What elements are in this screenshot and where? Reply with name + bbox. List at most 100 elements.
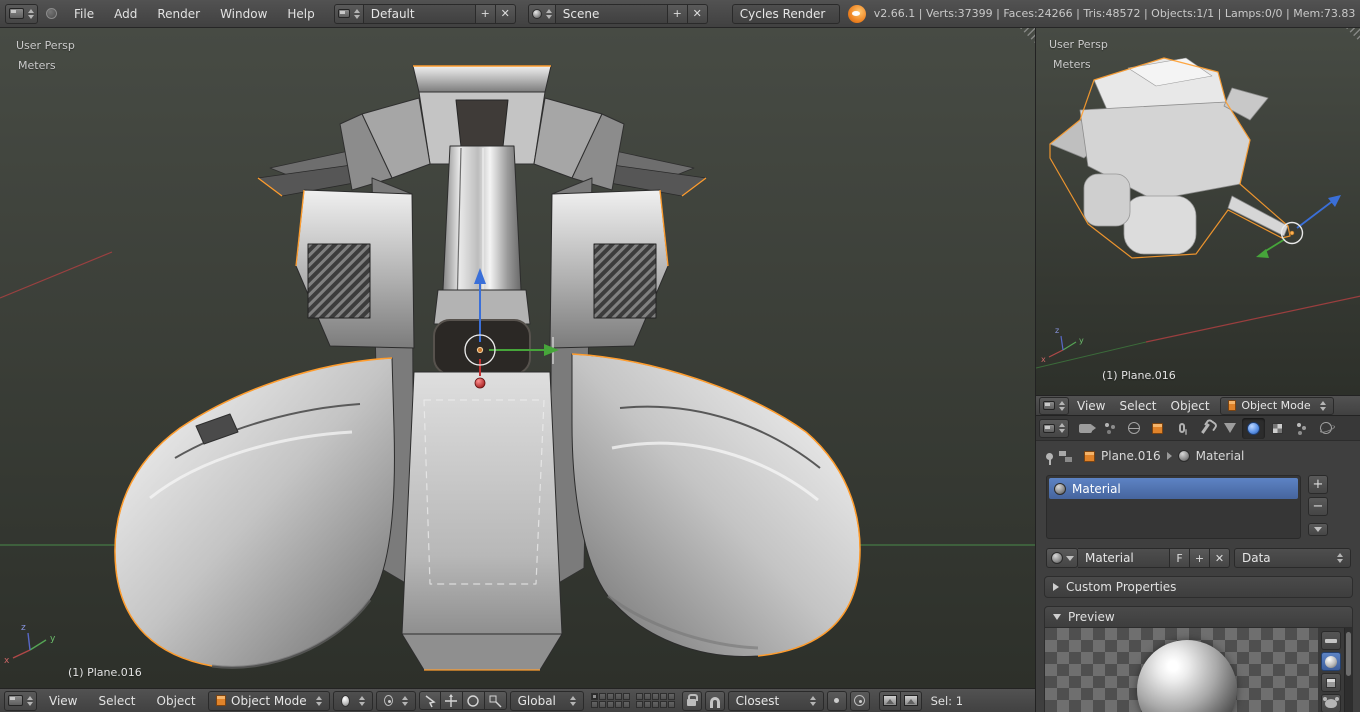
menu-select[interactable]: Select [1113, 399, 1162, 413]
panel-custom-properties[interactable]: Custom Properties [1044, 576, 1353, 598]
opengl-render-image-button[interactable] [879, 691, 901, 711]
fake-user-button[interactable]: F [1170, 548, 1190, 568]
layer-toggle[interactable] [599, 701, 606, 708]
layer-toggle[interactable] [623, 693, 630, 700]
menu-add[interactable]: Add [105, 7, 146, 21]
layer-toggle[interactable] [599, 693, 606, 700]
screen-layout-close-button[interactable]: ✕ [496, 4, 516, 24]
layer-toggle[interactable] [660, 701, 667, 708]
layer-toggle[interactable] [668, 693, 675, 700]
layer-toggle[interactable] [636, 693, 643, 700]
render-engine-selector[interactable]: Cycles Render [732, 4, 840, 24]
layer-toggle[interactable] [644, 701, 651, 708]
layer-toggle[interactable] [615, 693, 622, 700]
menu-file[interactable]: File [65, 7, 103, 21]
slot-specials-menu-button[interactable] [1308, 523, 1328, 536]
snap-toggle-button[interactable] [705, 691, 725, 711]
scene-close-button[interactable]: ✕ [688, 4, 708, 24]
tab-object-data[interactable] [1218, 418, 1241, 439]
snap-peel-button[interactable] [850, 691, 870, 711]
preview-flat-button[interactable] [1321, 631, 1341, 650]
tab-object[interactable] [1146, 418, 1169, 439]
snap-element-button[interactable] [827, 691, 847, 711]
material-name-field[interactable]: Material [1078, 548, 1170, 568]
unlink-material-button[interactable]: ✕ [1210, 548, 1230, 568]
editor-type-button[interactable] [1039, 419, 1069, 438]
editor-type-button[interactable] [1039, 397, 1069, 415]
material-slot-item[interactable]: Material [1049, 478, 1298, 499]
scrollbar[interactable] [1344, 628, 1352, 712]
secondary-3d-viewport[interactable]: x y z User Persp Meters (1) Plane.016 [1036, 28, 1360, 395]
lock-to-scene-button[interactable] [682, 691, 702, 711]
breadcrumb-item[interactable]: Material [1196, 449, 1245, 463]
tab-physics[interactable] [1314, 418, 1337, 439]
menu-render[interactable]: Render [148, 7, 209, 21]
scene-add-button[interactable]: + [668, 4, 688, 24]
menu-object[interactable]: Object [1165, 399, 1216, 413]
tab-texture[interactable] [1266, 418, 1289, 439]
layer-toggle[interactable] [607, 693, 614, 700]
editor-type-button[interactable] [4, 691, 37, 711]
breadcrumb-object[interactable]: Plane.016 [1101, 449, 1161, 463]
material-slot-list[interactable]: Material [1046, 475, 1301, 539]
layer-toggle[interactable] [660, 693, 667, 700]
layer-toggle[interactable] [591, 701, 598, 708]
manipulator-enable-button[interactable] [419, 691, 441, 710]
layer-toggle[interactable] [591, 693, 598, 700]
main-3d-scene[interactable]: x y z [0, 28, 1035, 688]
tab-render[interactable] [1074, 418, 1097, 439]
opengl-render-anim-button[interactable] [901, 691, 922, 711]
selected-object-model[interactable] [1050, 58, 1290, 258]
menu-help[interactable]: Help [278, 7, 323, 21]
snap-target-selector[interactable]: Closest [728, 691, 824, 711]
secondary-3d-scene[interactable]: x y z [1036, 28, 1360, 395]
scrollbar-thumb[interactable] [1346, 632, 1351, 676]
scene-browse-button[interactable] [528, 4, 556, 24]
layer-toggle[interactable] [615, 701, 622, 708]
pin-icon[interactable] [1046, 453, 1053, 460]
preview-cube-button[interactable] [1321, 673, 1341, 692]
tab-particles[interactable] [1290, 418, 1313, 439]
interaction-mode-selector[interactable]: Object Mode [1220, 397, 1334, 415]
interaction-mode-selector[interactable]: Object Mode [208, 691, 330, 711]
menu-view[interactable]: View [1071, 399, 1111, 413]
rotate-manipulator-button[interactable] [463, 691, 485, 710]
browse-material-button[interactable] [1046, 548, 1078, 568]
menu-select[interactable]: Select [89, 694, 144, 708]
scene-name-field[interactable]: Scene [556, 4, 668, 24]
editor-type-button[interactable] [5, 4, 38, 24]
remove-slot-button[interactable]: − [1308, 497, 1328, 516]
screen-layout-browse-button[interactable] [334, 4, 364, 24]
translate-manipulator-button[interactable] [441, 691, 463, 710]
material-link-selector[interactable]: Data [1234, 548, 1351, 568]
layer-toggle[interactable] [652, 693, 659, 700]
viewport-shading-selector[interactable] [333, 691, 373, 711]
tab-constraints[interactable] [1170, 418, 1193, 439]
menu-view[interactable]: View [40, 694, 86, 708]
tab-modifiers[interactable] [1194, 418, 1217, 439]
preview-monkey-button[interactable] [1321, 694, 1341, 712]
layer-toggle[interactable] [607, 701, 614, 708]
layer-toggle[interactable] [636, 701, 643, 708]
layer-toggle[interactable] [668, 701, 675, 708]
pivot-point-selector[interactable] [376, 691, 416, 711]
preview-sphere-button[interactable] [1321, 652, 1341, 671]
menu-window[interactable]: Window [211, 7, 276, 21]
transform-orientation-selector[interactable]: Global [510, 691, 584, 711]
layer-toggle[interactable] [623, 701, 630, 708]
layer-toggle[interactable] [644, 693, 651, 700]
panel-preview[interactable]: Preview [1044, 606, 1353, 628]
tab-material[interactable] [1242, 418, 1265, 439]
node-tree-icon[interactable] [1059, 451, 1066, 456]
selected-object-model[interactable] [115, 66, 860, 670]
screen-layout-name-field[interactable]: Default [364, 4, 476, 24]
menu-object[interactable]: Object [148, 694, 205, 708]
add-slot-button[interactable]: + [1308, 475, 1328, 494]
main-3d-viewport[interactable]: x y z User Persp Meters (1) Plane.016 [0, 28, 1035, 688]
tab-world[interactable] [1122, 418, 1145, 439]
layer-toggle[interactable] [652, 701, 659, 708]
screen-layout-add-button[interactable]: + [476, 4, 496, 24]
scale-manipulator-button[interactable] [485, 691, 507, 710]
new-material-button[interactable]: + [1190, 548, 1210, 568]
tab-scene[interactable] [1098, 418, 1121, 439]
